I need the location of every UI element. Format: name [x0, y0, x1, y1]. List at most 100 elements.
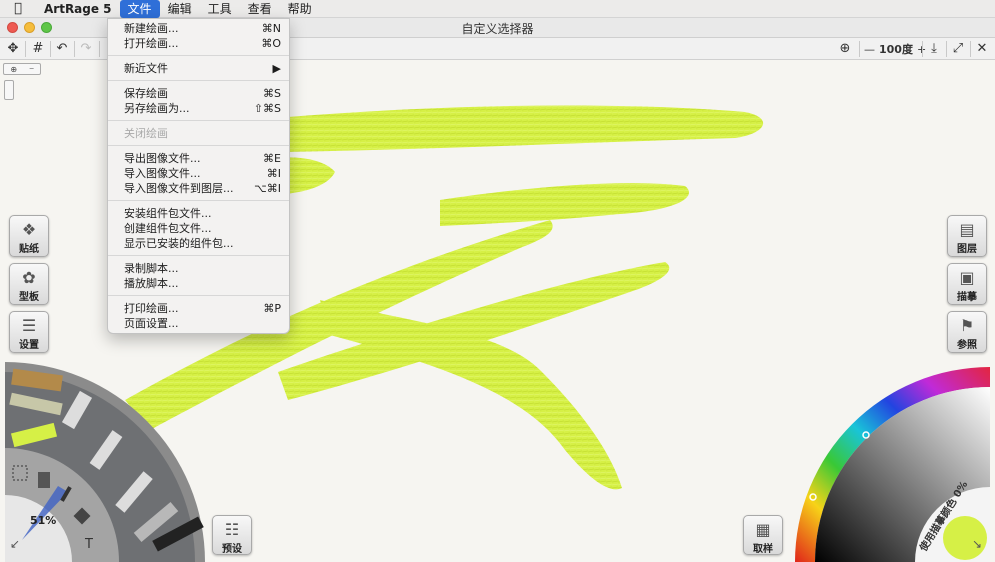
rotate-canvas-icon[interactable]: ⊕ — [835, 41, 855, 57]
file-menu-item[interactable]: 打开绘画... ⌘O — [108, 36, 289, 51]
menu-help[interactable]: 帮助 — [280, 0, 320, 18]
tracing-label: 描摹 — [957, 292, 977, 303]
canvas-position-control[interactable]: ⊕ ⎯ — [3, 63, 41, 75]
menu-view[interactable]: 查看 — [240, 0, 280, 18]
file-menu-item[interactable]: 创建组件包文件... — [108, 221, 289, 236]
menu-separator — [108, 295, 289, 296]
zoom-out-button[interactable]: — — [864, 43, 875, 56]
menu-item-label: 录制脚本... — [124, 262, 179, 275]
redo-icon[interactable]: ↷ — [77, 41, 95, 57]
menu-item-label: 导出图像文件... — [124, 152, 201, 165]
menu-item-label: 播放脚本... — [124, 277, 179, 290]
menu-item-shortcut: ⌘S — [263, 87, 281, 100]
zoom-level: 100度 — [879, 43, 913, 56]
menu-item-label: 安装组件包文件... — [124, 207, 212, 220]
stickers-label: 贴纸 — [19, 244, 39, 255]
slider-icon: ⎯ — [29, 64, 34, 73]
download-icon[interactable]: ⤓ — [926, 41, 942, 57]
footprint-icon: ❖ — [21, 220, 37, 239]
file-menu-item[interactable]: 新建绘画... ⌘N — [108, 21, 289, 36]
zoom-control: — 100度 + — [864, 41, 926, 57]
menu-item-label: 显示已安装的组件包... — [124, 237, 234, 250]
menu-file[interactable]: 文件 — [119, 0, 160, 18]
menu-item-label: 另存绘画为... — [124, 102, 190, 115]
stickers-button[interactable]: ❖ 贴纸 — [9, 215, 49, 257]
paint-roller-icon[interactable] — [38, 472, 50, 488]
grid-icon[interactable]: # — [29, 41, 47, 57]
app-name-menu[interactable]: ArtRage 5 — [36, 2, 120, 16]
layers-icon: ▤ — [959, 220, 975, 239]
move-icon[interactable]: ✥ — [4, 41, 22, 57]
file-menu-item[interactable]: 播放脚本... — [108, 276, 289, 291]
toolbar-divider — [74, 41, 75, 57]
file-menu-item[interactable]: 安装组件包文件... — [108, 206, 289, 221]
menu-item-label: 导入图像文件到图层... — [124, 182, 234, 195]
menu-item-shortcut: ⌥⌘I — [254, 182, 281, 195]
reference-button[interactable]: ⚑ 参照 — [947, 311, 987, 353]
menu-item-shortcut: ⌘O — [261, 37, 281, 50]
menu-separator — [108, 145, 289, 146]
file-menu-item[interactable]: 显示已安装的组件包... — [108, 236, 289, 251]
sampler-label: 取样 — [753, 544, 773, 555]
menu-edit[interactable]: 编辑 — [160, 0, 200, 18]
menu-item-label: 关闭绘画 — [124, 127, 168, 140]
file-menu-item[interactable]: 另存绘画为... ⇧⌘S — [108, 101, 289, 116]
tracing-button[interactable]: ▣ 描摹 — [947, 263, 987, 305]
sliders-icon: ☰ — [21, 316, 37, 335]
presets-list-icon: ☷ — [224, 520, 240, 539]
toolbar-divider — [50, 41, 51, 57]
pin-icon: ⚑ — [959, 316, 975, 335]
reference-label: 参照 — [957, 340, 977, 351]
sampler-button[interactable]: ▦ 取样 — [743, 515, 783, 555]
file-menu-item[interactable]: 导入图像文件到图层... ⌥⌘I — [108, 181, 289, 196]
resize-corner-icon[interactable]: ↘ — [972, 537, 982, 551]
crosshair-icon: ⊕ — [10, 64, 18, 74]
undo-icon[interactable]: ↶ — [53, 41, 71, 57]
menu-item-shortcut: ⌘N — [261, 22, 281, 35]
settings-label: 设置 — [19, 340, 39, 351]
file-menu-item[interactable]: 导入图像文件... ⌘I — [108, 166, 289, 181]
color-picker[interactable]: 使用描摹颜色 0% ↘ — [790, 360, 995, 562]
menu-item-label: 打印绘画... — [124, 302, 179, 315]
stencil-icon: ✿ — [22, 268, 36, 287]
menu-item-label: 保存绘画 — [124, 87, 168, 100]
resize-corner-icon[interactable]: ↙ — [10, 537, 20, 551]
stencils-button[interactable]: ✿ 型板 — [9, 263, 49, 305]
tracing-image-icon: ▣ — [959, 268, 975, 287]
fullscreen-icon[interactable]: ⤢ — [950, 41, 966, 57]
close-icon[interactable]: ✕ — [974, 41, 990, 57]
menu-separator — [108, 55, 289, 56]
text-tool-icon[interactable]: T — [84, 537, 93, 552]
tool-wheel[interactable]: T 51% ↙ — [0, 360, 210, 562]
menu-item-shortcut: ⌘E — [263, 152, 281, 165]
file-menu-item[interactable]: 新近文件 ▶ — [108, 61, 289, 76]
menu-separator — [108, 120, 289, 121]
settings-button[interactable]: ☰ 设置 — [9, 311, 49, 353]
layers-button[interactable]: ▤ 图层 — [947, 215, 987, 257]
menu-item-label: 页面设置... — [124, 317, 179, 330]
file-menu-item: 关闭绘画 — [108, 126, 289, 141]
menu-item-label: 导入图像文件... — [124, 167, 201, 180]
menubar:  ArtRage 5 文件 编辑 工具 查看 帮助 — [0, 0, 995, 18]
file-menu-item[interactable]: 录制脚本... — [108, 261, 289, 276]
file-menu-item[interactable]: 导出图像文件... ⌘E — [108, 151, 289, 166]
presets-label: 预设 — [222, 544, 242, 555]
menu-item-shortcut: ⇧⌘S — [253, 102, 281, 115]
menu-separator — [108, 200, 289, 201]
file-menu-item[interactable]: 保存绘画 ⌘S — [108, 86, 289, 101]
toolbar-divider — [970, 41, 971, 57]
menu-item-shortcut: ▶ — [272, 62, 281, 75]
toolbar-divider — [922, 41, 923, 57]
menu-item-label: 新建绘画... — [124, 22, 179, 35]
paint-stroke-top — [275, 105, 764, 152]
paint-stroke-middle — [440, 183, 689, 226]
vertical-slider[interactable] — [4, 80, 14, 100]
apple-logo-icon[interactable]:  — [0, 1, 36, 16]
file-menu-item[interactable]: 打印绘画... ⌘P — [108, 301, 289, 316]
menu-tools[interactable]: 工具 — [200, 0, 240, 18]
brush-size-value: 51% — [30, 514, 56, 527]
presets-button[interactable]: ☷ 预设 — [212, 515, 252, 555]
swatch-grid-icon: ▦ — [755, 520, 771, 539]
toolbar-divider — [99, 41, 100, 57]
file-menu-item[interactable]: 页面设置... — [108, 316, 289, 331]
